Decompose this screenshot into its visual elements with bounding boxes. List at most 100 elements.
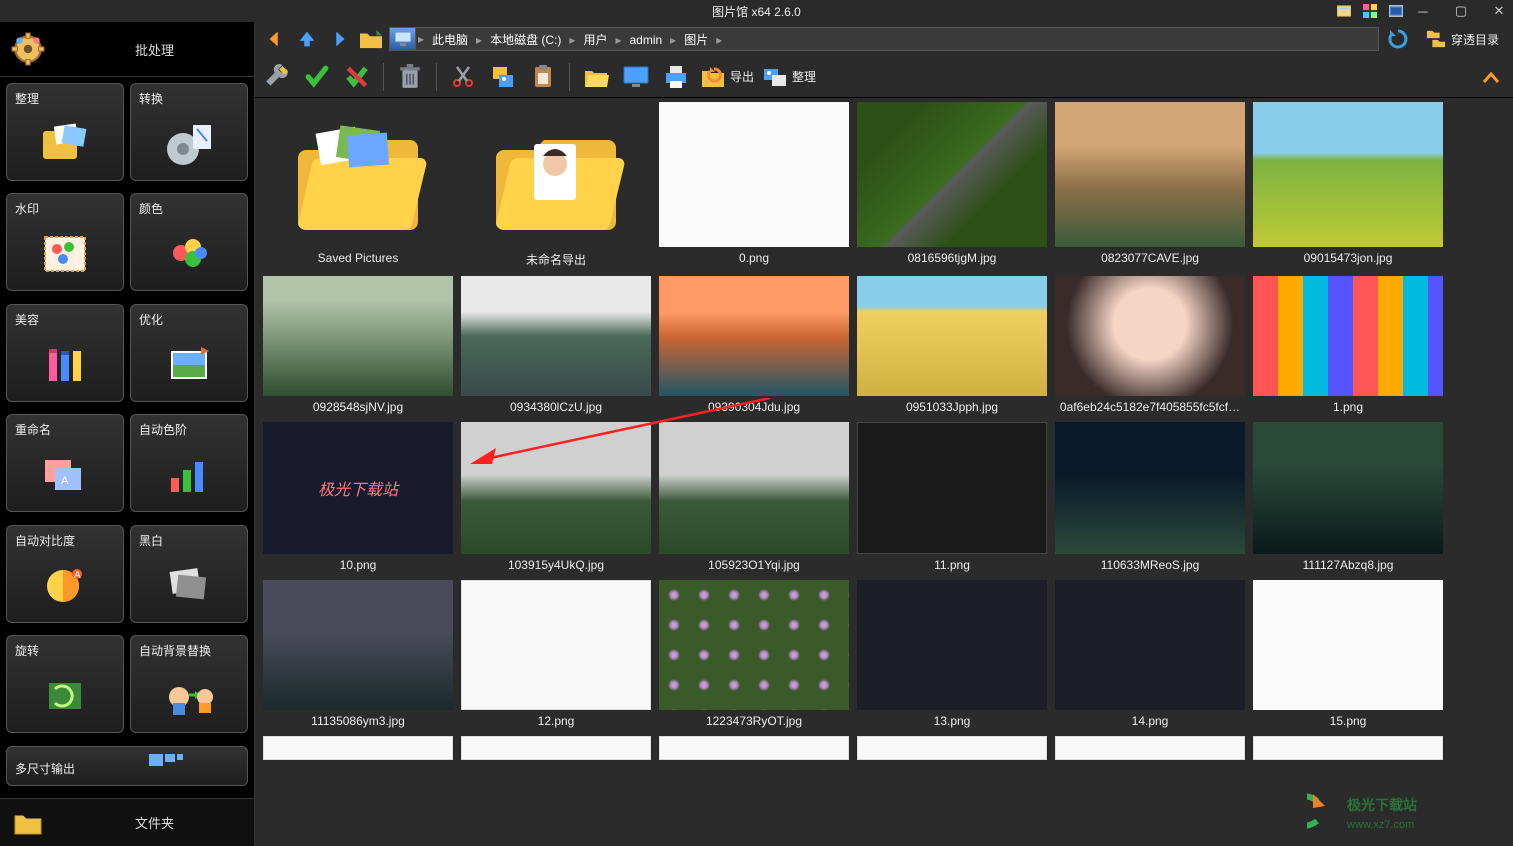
tool-print-button[interactable] [660,61,692,93]
thumbnail-item[interactable]: 09390304Jdu.jpg [659,276,849,414]
thumbnail-item[interactable]: 09015473jon.jpg [1253,102,1443,268]
thumbnail-item[interactable]: 110633MReoS.jpg [1055,422,1245,572]
tray-icon-2[interactable] [1363,4,1377,18]
crumb-segment[interactable]: admin [623,33,668,47]
sidebar-tile-3[interactable]: 颜色 [130,193,248,291]
thumbnail-item[interactable]: 0af6eb24c5182e7f405855fc5fcf… [1055,276,1245,414]
thumbnail-item[interactable]: 12.png [461,580,651,728]
nav-folder-button[interactable] [357,25,385,53]
thumbnail-item[interactable]: 0816596tjgM.jpg [857,102,1047,268]
refresh-button[interactable] [1383,27,1413,51]
tool-paste-button[interactable] [527,61,559,93]
crumb-segment[interactable]: 图片 [678,33,714,47]
sidebar-tile-6[interactable]: 重命名A [6,414,124,512]
thumbnail-item[interactable] [263,736,453,760]
settings-gear-icon[interactable] [0,32,55,66]
tile-label: 转换 [131,84,247,107]
thumbnail-item[interactable]: 11.png [857,422,1047,572]
penetrate-dirs-button[interactable]: 穿透目录 [1417,29,1507,49]
thumbnail-item[interactable]: 11135086ym3.jpg [263,580,453,728]
crumb-segment[interactable]: 本地磁盘 (C:) [484,33,567,47]
thumbnail-item[interactable]: 1.png [1253,276,1443,414]
thumbnail-item[interactable] [461,736,651,760]
nav-back-button[interactable] [261,25,289,53]
thumbnail-grid[interactable]: Saved Pictures未命名导出 0.png 0816596tjgM.jpg 0… [255,98,1513,846]
breadcrumb-bar[interactable]: ▸ 此电脑▸本地磁盘 (C:)▸用户▸admin▸图片▸ [389,27,1379,51]
crumb-separator: ▸ [714,33,724,47]
sidebar-tile-0[interactable]: 整理 [6,83,124,181]
sidebar-tile-10[interactable]: 旋转 [6,635,124,733]
thumbnail-item[interactable]: Saved Pictures [263,102,453,268]
crumb-segment[interactable]: 此电脑 [426,33,474,47]
thumbnail-item[interactable] [659,736,849,760]
thumbnail-item[interactable] [1253,736,1443,760]
thumbnail-item[interactable]: 105923O1Yqi.jpg [659,422,849,572]
thumbnail-image [461,276,651,396]
nav-up-button[interactable] [293,25,321,53]
thumbnail-item[interactable] [1055,736,1245,760]
sidebar-tile-1[interactable]: 转换 [130,83,248,181]
tool-export-button[interactable]: 导出 [700,61,754,93]
tray-icon-3[interactable] [1389,4,1403,18]
thumbnail-image [659,580,849,710]
folder-icon [0,810,55,836]
minimize-button[interactable]: ─ [1413,4,1433,18]
thumbnail-image [1253,580,1443,710]
thumbnail-item[interactable]: 0934380lCzU.jpg [461,276,651,414]
sidebar-tile-2[interactable]: 水印 [6,193,124,291]
thumbnail-item[interactable]: 0928548sjNV.jpg [263,276,453,414]
sidebar-tile-5[interactable]: 优化 [130,304,248,402]
sidebar-header: 批处理 [0,22,254,77]
thumbnail-item[interactable]: 111127Abzq8.jpg [1253,422,1443,572]
thumbnail-image [659,102,849,247]
organize-label: 整理 [792,68,816,85]
sidebar-footer[interactable]: 文件夹 [0,798,254,846]
thumbnail-item[interactable]: 极光下载站10.png [263,422,453,572]
thumbnail-item[interactable]: 103915y4UkQ.jpg [461,422,651,572]
thumbnail-item[interactable]: 0.png [659,102,849,268]
sidebar-tile-9[interactable]: 黑白 [130,525,248,623]
thumbnail-label: 0.png [739,251,769,265]
thumbnail-label: 110633MReoS.jpg [1101,558,1200,572]
thumbnail-label: 105923O1Yqi.jpg [708,558,800,572]
maximize-button[interactable]: ▢ [1451,4,1471,18]
tile-icon [131,549,247,622]
thumbnail-image [1253,102,1443,247]
thumbnail-label: 0816596tjgM.jpg [908,251,997,265]
tool-copy-button[interactable] [487,61,519,93]
tool-collapse-button[interactable] [1475,61,1507,93]
thumbnail-item[interactable]: 14.png [1055,580,1245,728]
tool-screen-button[interactable] [620,61,652,93]
close-button[interactable]: ✕ [1489,4,1509,18]
sidebar-tile-8[interactable]: 自动对比度A [6,525,124,623]
sidebar-tile-11[interactable]: 自动背景替换 [130,635,248,733]
tool-organize-button[interactable]: 整理 [762,61,816,93]
thumbnail-item[interactable]: 1223473RyOT.jpg [659,580,849,728]
tool-trash-button[interactable] [394,61,426,93]
sidebar-tile-7[interactable]: 自动色阶 [130,414,248,512]
thumbnail-item[interactable] [857,736,1047,760]
crumb-separator: ▸ [613,33,623,47]
tray-icon-1[interactable] [1337,4,1351,18]
thumbnail-item[interactable]: 未命名导出 [461,102,651,268]
crumb-segment[interactable]: 用户 [577,33,613,47]
thumbnail-item[interactable]: 15.png [1253,580,1443,728]
tool-uncheck-button[interactable] [341,61,373,93]
thumbnail-item[interactable]: 0951033Jpph.jpg [857,276,1047,414]
tool-wrench-button[interactable] [261,61,293,93]
thumbnail-label: 0934380lCzU.jpg [510,400,602,414]
tile-icon [7,107,123,180]
tool-open-folder-button[interactable] [580,61,612,93]
thumbnail-item[interactable]: 0823077CAVE.jpg [1055,102,1245,268]
thumbnail-item[interactable]: 13.png [857,580,1047,728]
thumbnail-label: 12.png [538,714,575,728]
tool-check-button[interactable] [301,61,333,93]
thumbnail-label: 09015473jon.jpg [1304,251,1393,265]
nav-forward-button[interactable] [325,25,353,53]
sidebar-tile-4[interactable]: 美容 [6,304,124,402]
tile-icon [83,750,247,782]
crumb-separator: ▸ [668,33,678,47]
tool-cut-button[interactable] [447,61,479,93]
thumbnail-image [1055,422,1245,554]
sidebar-tile-12[interactable]: 多尺寸输出 [6,746,248,786]
